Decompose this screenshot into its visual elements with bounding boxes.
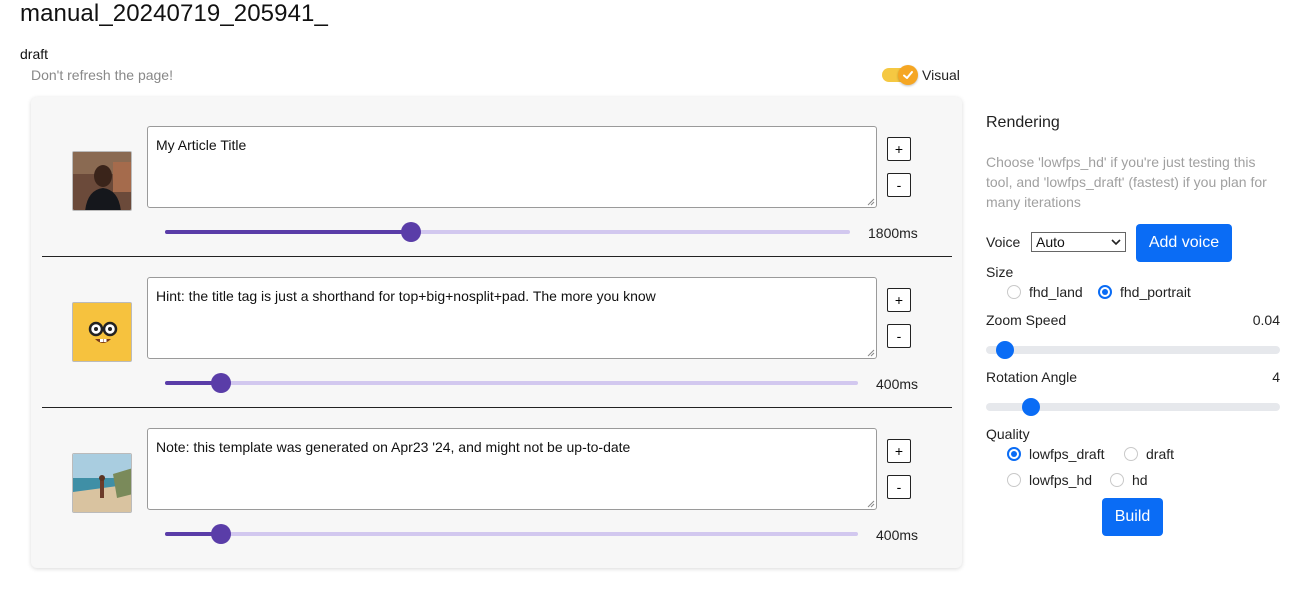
- resize-grip-icon[interactable]: [865, 196, 875, 206]
- row-divider: [42, 256, 952, 257]
- duration-value: 1800ms: [868, 225, 918, 241]
- radio-unselected-icon: [1110, 473, 1124, 487]
- duration-value: 400ms: [876, 376, 919, 392]
- quality-label: Quality: [986, 426, 1030, 442]
- voice-selected-value: Auto: [1036, 234, 1065, 250]
- duration-slider-fill: [165, 230, 411, 234]
- voice-label: Voice: [986, 234, 1021, 250]
- size-radio-fhd-land[interactable]: fhd_land: [1007, 284, 1083, 300]
- zoom-speed-value: 0.04: [1252, 312, 1280, 328]
- resize-grip-icon[interactable]: [865, 347, 875, 357]
- quality-radio-lowfps-draft[interactable]: lowfps_draft: [1007, 446, 1104, 462]
- duration-value: 400ms: [876, 527, 919, 543]
- quality-radio-hd[interactable]: hd: [1110, 472, 1148, 488]
- rendering-heading: Rendering: [986, 114, 1060, 131]
- row-divider: [42, 407, 952, 408]
- script-editor-panel: My Article Title + - 1800ms Hint: the ti…: [31, 97, 962, 568]
- quality-option-label: hd: [1132, 472, 1148, 488]
- beach-avatar-thumbnail: [72, 453, 132, 513]
- person-avatar-thumbnail: [72, 151, 132, 211]
- duration-slider[interactable]: [165, 222, 850, 242]
- segment-text: My Article Title: [156, 137, 247, 153]
- visual-toggle-label: Visual: [922, 67, 960, 83]
- segment-text-input[interactable]: Hint: the title tag is just a shorthand …: [147, 277, 877, 359]
- duration-slider[interactable]: [165, 373, 858, 393]
- radio-unselected-icon: [1124, 447, 1138, 461]
- rotation-angle-slider-thumb[interactable]: [1022, 398, 1040, 416]
- add-voice-button[interactable]: Add voice: [1136, 224, 1232, 262]
- radio-unselected-icon: [1007, 285, 1021, 299]
- quality-radio-lowfps-hd[interactable]: lowfps_hd: [1007, 472, 1092, 488]
- chevron-down-icon: [1111, 239, 1121, 246]
- quality-radio-draft[interactable]: draft: [1124, 446, 1174, 462]
- add-segment-button[interactable]: +: [887, 288, 911, 312]
- rendering-hint: Choose 'lowfps_hd' if you're just testin…: [986, 154, 1267, 210]
- segment-text-input[interactable]: Note: this template was generated on Apr…: [147, 428, 877, 510]
- radio-selected-icon: [1007, 447, 1021, 461]
- check-icon: [898, 65, 918, 85]
- duration-slider-thumb[interactable]: [211, 373, 231, 393]
- refresh-warning: Don't refresh the page!: [31, 67, 173, 83]
- remove-segment-button[interactable]: -: [887, 475, 911, 499]
- segment-text: Hint: the title tag is just a shorthand …: [156, 288, 656, 304]
- zoom-speed-label: Zoom Speed: [986, 312, 1067, 328]
- rotation-angle-slider[interactable]: [986, 398, 1280, 416]
- radio-selected-icon: [1098, 285, 1112, 299]
- mode-label: draft: [20, 46, 49, 62]
- remove-segment-button[interactable]: -: [887, 173, 911, 197]
- size-radio-fhd-portrait[interactable]: fhd_portrait: [1098, 284, 1191, 300]
- duration-slider-thumb[interactable]: [401, 222, 421, 242]
- toggle-track[interactable]: [882, 65, 918, 85]
- page-title: manual_20240719_205941_: [20, 0, 328, 27]
- nerd-face-avatar-thumbnail: [72, 302, 132, 362]
- add-segment-button[interactable]: +: [887, 439, 911, 463]
- remove-segment-button[interactable]: -: [887, 324, 911, 348]
- rotation-angle-value: 4: [1272, 369, 1280, 385]
- quality-option-label: lowfps_hd: [1029, 472, 1093, 488]
- radio-unselected-icon: [1007, 473, 1021, 487]
- zoom-speed-slider[interactable]: [986, 341, 1280, 359]
- segment-text-input[interactable]: My Article Title: [147, 126, 877, 208]
- rotation-angle-label: Rotation Angle: [986, 369, 1078, 385]
- size-option-label: fhd_portrait: [1120, 284, 1191, 300]
- segment-text: Note: this template was generated on Apr…: [156, 439, 631, 455]
- duration-slider[interactable]: [165, 524, 858, 544]
- size-label: Size: [986, 264, 1014, 280]
- visual-toggle[interactable]: Visual: [882, 65, 960, 85]
- quality-option-label: lowfps_draft: [1029, 446, 1105, 462]
- size-option-label: fhd_land: [1029, 284, 1083, 300]
- quality-option-label: draft: [1146, 446, 1175, 462]
- build-button[interactable]: Build: [1102, 498, 1163, 536]
- zoom-speed-slider-thumb[interactable]: [996, 341, 1014, 359]
- resize-grip-icon[interactable]: [865, 498, 875, 508]
- add-segment-button[interactable]: +: [887, 137, 911, 161]
- duration-slider-thumb[interactable]: [211, 524, 231, 544]
- voice-select[interactable]: Auto: [1031, 232, 1126, 252]
